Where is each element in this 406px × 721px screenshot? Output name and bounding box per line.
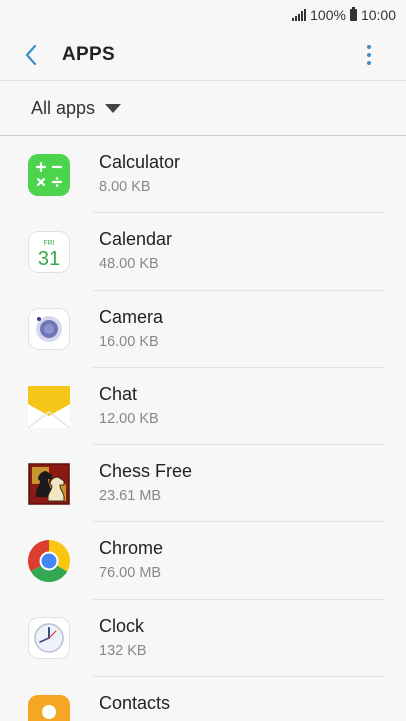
contacts-icon — [28, 694, 70, 721]
more-dot-icon — [367, 61, 371, 65]
filter-label: All apps — [31, 97, 96, 118]
status-bar: 100% 10:00 — [0, 0, 406, 30]
more-options-button[interactable] — [354, 30, 384, 80]
app-name: Camera — [99, 306, 164, 327]
camera-icon — [28, 308, 70, 351]
chess-knight-icon — [28, 463, 70, 505]
app-name: Chess Free — [99, 461, 193, 482]
app-size: 23.61 MB — [99, 488, 162, 505]
app-name: Contacts — [99, 693, 171, 714]
app-bar: APPS — [0, 30, 406, 80]
app-row-chrome[interactable]: Chrome 76.00 MB — [0, 522, 406, 600]
app-size: 76.00 MB — [99, 565, 162, 582]
calendar-date-label: 31 — [38, 248, 60, 270]
app-row-calendar[interactable]: FRI 31 Calendar 48.00 KB — [0, 213, 406, 291]
app-row-camera[interactable]: Camera 16.00 KB — [0, 291, 406, 368]
calendar-icon: FRI 31 — [28, 230, 70, 273]
chevron-left-icon — [25, 44, 37, 66]
app-size: 16.00 KB — [99, 333, 159, 350]
app-row-calculator[interactable]: Calculator 8.00 KB — [0, 136, 406, 214]
app-size: 48.00 KB — [99, 256, 159, 273]
app-size: 12.00 KB — [99, 410, 159, 427]
signal-icon — [292, 9, 307, 21]
clock-icon — [28, 617, 70, 660]
app-name: Chrome — [99, 538, 164, 559]
app-size: 132 KB — [99, 642, 147, 659]
app-row-clock[interactable]: Clock 132 KB — [0, 600, 406, 678]
app-row-chat[interactable]: Chat 12.00 KB — [0, 368, 406, 446]
battery-percent: 100% — [310, 7, 346, 23]
chrome-icon — [27, 540, 71, 583]
more-dot-icon — [367, 53, 371, 57]
calendar-day-label: FRI — [43, 240, 54, 247]
app-filter-dropdown[interactable]: All apps — [0, 81, 406, 135]
back-button[interactable] — [0, 30, 62, 80]
app-list: Calculator 8.00 KB FRI 31 Calendar 48.00… — [0, 136, 406, 721]
app-row-chess-free[interactable]: Chess Free 23.61 MB — [0, 445, 406, 523]
app-name: Chat — [99, 383, 138, 404]
calculator-icon — [28, 153, 70, 196]
more-dot-icon — [367, 45, 371, 49]
battery-icon — [349, 7, 357, 21]
app-row-contacts[interactable]: Contacts — [0, 677, 406, 721]
app-name: Calendar — [99, 229, 173, 250]
app-size: 8.00 KB — [99, 179, 151, 195]
page-title: APPS — [62, 44, 115, 65]
app-name: Calculator — [99, 152, 181, 172]
status-time: 10:00 — [360, 7, 396, 23]
caret-down-icon — [105, 103, 122, 113]
app-name: Clock — [99, 615, 145, 636]
envelope-icon — [27, 385, 71, 429]
